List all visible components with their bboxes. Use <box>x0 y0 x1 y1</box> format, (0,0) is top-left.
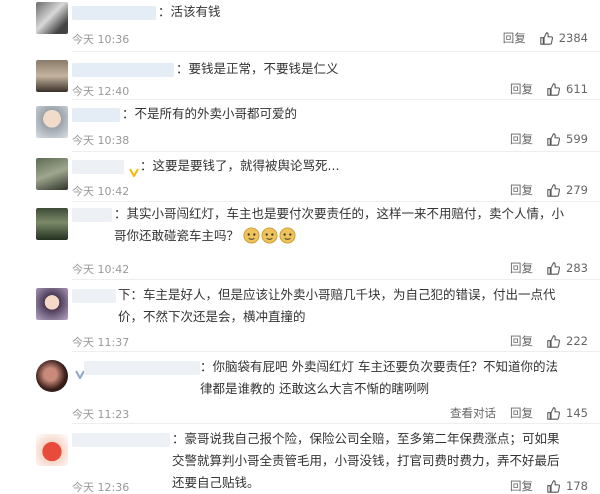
reply-button[interactable]: 回复 <box>510 478 533 494</box>
like-button[interactable]: 222 <box>547 334 588 348</box>
like-count: 222 <box>566 334 588 348</box>
avatar[interactable] <box>36 434 68 466</box>
comment-item: ：其实小哥闯红灯，车主也是要付次要责任的，这样一来不用赔付，卖个人情，小哥你还敢… <box>0 202 600 280</box>
avatar[interactable] <box>36 106 68 138</box>
like-count: 279 <box>566 183 588 197</box>
doge-emoji-icon <box>261 227 278 244</box>
comment-time: 今天 10:36 <box>72 33 130 46</box>
like-count: 2384 <box>558 31 588 45</box>
like-count: 178 <box>566 479 588 493</box>
comment-actions: 回复 279 <box>496 182 588 198</box>
comment-text-content: ：其实小哥闯红灯，车主也是要付次要责任的，这样一来不用赔付，卖个人情，小哥你还敢… <box>114 206 565 243</box>
reply-button[interactable]: 回复 <box>510 405 533 421</box>
reply-button[interactable]: 回复 <box>510 260 533 276</box>
emoji-group <box>243 227 297 244</box>
comment-actions: 回复 222 <box>496 333 588 349</box>
comment-item: ：不是所有的外卖小哥都可爱的 今天 10:38 回复 599 <box>0 100 600 152</box>
like-button[interactable]: 2384 <box>540 31 588 45</box>
comment-item: ：豪哥说我自己报个险，保险公司全赔，至多第二年保费涨点；可如果交警就算判小哥全责… <box>0 424 600 494</box>
like-count: 283 <box>566 261 588 275</box>
avatar[interactable] <box>36 288 68 320</box>
comment-text: 下：车主是好人，但是应该让外卖小哥赔几千块，为自己犯的错误，付出一点代价，不然下… <box>118 287 556 324</box>
comment-time: 今天 11:23 <box>72 408 130 421</box>
thumbs-up-icon <box>547 82 561 96</box>
reply-button[interactable]: 回复 <box>510 333 533 349</box>
avatar[interactable] <box>36 360 68 392</box>
doge-emoji-icon <box>243 227 260 244</box>
comment-item: ：你脑袋有屁吧 外卖闯红灯 车主还要负次要责任？不知道你的法律都是谁教的 还敢这… <box>0 352 600 424</box>
avatar[interactable] <box>36 158 68 190</box>
like-count: 611 <box>566 82 588 96</box>
comment-actions: 回复 283 <box>496 260 588 276</box>
like-count: 599 <box>566 132 588 146</box>
comment-time: 今天 11:37 <box>72 336 130 349</box>
comment-item: 下：车主是好人，但是应该让外卖小哥赔几千块，为自己犯的错误，付出一点代价，不然下… <box>0 280 600 352</box>
comment-time: 今天 10:38 <box>72 134 130 147</box>
reply-button[interactable]: 回复 <box>510 131 533 147</box>
view-conversation-button[interactable]: 查看对话 <box>450 405 496 421</box>
comment-text: ：要钱是正常，不要钱是仁义 <box>176 61 339 76</box>
avatar[interactable] <box>36 2 68 34</box>
comment-actions: 回复 178 <box>496 478 588 494</box>
comment-text: ：这要是要钱了，就得被舆论骂死... <box>140 158 340 173</box>
comment-text: ：不是所有的外卖小哥都可爱的 <box>122 106 298 121</box>
thumbs-up-icon <box>547 132 561 146</box>
comment-time: 今天 12:36 <box>72 481 130 494</box>
like-button[interactable]: 283 <box>547 261 588 275</box>
reply-button[interactable]: 回复 <box>510 182 533 198</box>
doge-emoji-icon <box>279 227 296 244</box>
like-button[interactable]: 145 <box>547 406 588 420</box>
like-button[interactable]: 279 <box>547 183 588 197</box>
like-button[interactable]: 611 <box>547 82 588 96</box>
comment-actions: 回复 611 <box>496 81 588 97</box>
thumbs-up-icon <box>547 261 561 275</box>
comment-text: ：你脑袋有屁吧 外卖闯红灯 车主还要负次要责任？不知道你的法律都是谁教的 还敢这… <box>200 359 558 396</box>
thumbs-up-icon <box>547 479 561 493</box>
comment-item: ：这要是要钱了，就得被舆论骂死... 今天 10:42 回复 279 <box>0 152 600 202</box>
thumbs-up-icon <box>540 31 553 45</box>
thumbs-up-icon <box>547 183 561 197</box>
like-button[interactable]: 178 <box>547 479 588 493</box>
comment-item: ：活该有钱 今天 10:36 回复 2384 <box>0 0 600 52</box>
thumbs-up-icon <box>547 334 561 348</box>
comment-time: 今天 10:42 <box>72 263 130 276</box>
avatar[interactable] <box>36 60 68 92</box>
comment-text: ：活该有钱 <box>158 4 221 19</box>
thumbs-up-icon <box>547 406 561 420</box>
comment-item: ：要钱是正常，不要钱是仁义 今天 12:40 回复 611 <box>0 52 600 100</box>
reply-button[interactable]: 回复 <box>510 81 533 97</box>
comment-time: 今天 10:42 <box>72 185 130 198</box>
comment-actions: 回复 599 <box>496 131 588 147</box>
comment-list: ：活该有钱 今天 10:36 回复 2384 ：要钱是正常，不要钱是仁义 今天 … <box>0 0 600 494</box>
like-count: 145 <box>566 406 588 420</box>
reply-button[interactable]: 回复 <box>503 30 526 46</box>
comment-time: 今天 12:40 <box>72 85 130 98</box>
comment-text: ：其实小哥闯红灯，车主也是要付次要责任的，这样一来不用赔付，卖个人情，小哥你还敢… <box>72 203 570 247</box>
like-button[interactable]: 599 <box>547 132 588 146</box>
comment-actions: 回复 2384 <box>489 30 588 46</box>
comment-actions: 查看对话 回复 145 <box>436 405 588 421</box>
avatar[interactable] <box>36 208 68 240</box>
